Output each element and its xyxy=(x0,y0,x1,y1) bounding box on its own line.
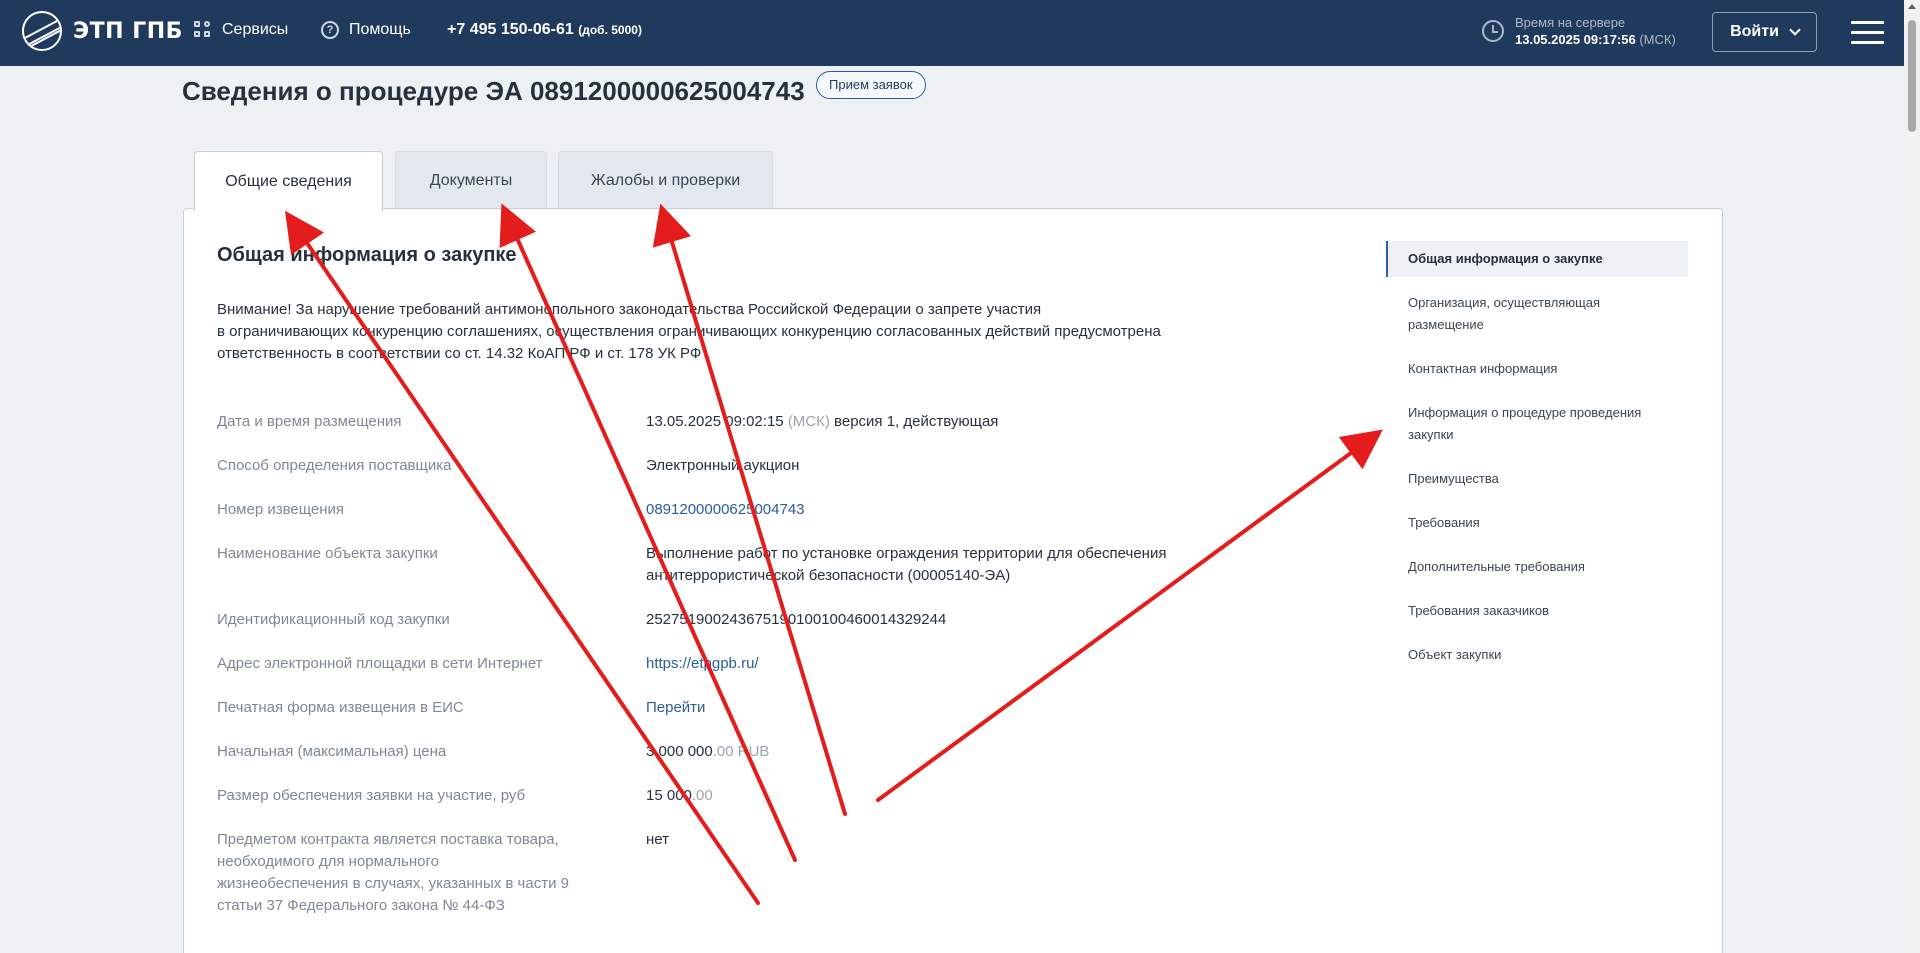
nav-item-additional-requirements[interactable]: Дополнительные требования xyxy=(1386,549,1688,585)
field-label: Начальная (максимальная) цена xyxy=(217,743,447,760)
info-row-notice-number: Номер извещения 0891200000625004743 xyxy=(217,499,1317,521)
info-row-print-form: Печатная форма извещения в ЕИС Перейти xyxy=(217,697,1317,719)
help-icon: ? xyxy=(321,21,339,39)
server-time-tz: (МСК) xyxy=(1639,32,1676,47)
services-icon xyxy=(194,21,212,39)
help-label: Помощь xyxy=(349,21,411,38)
label-line: статьи 37 Федерального закона № 44-ФЗ xyxy=(217,897,505,914)
object-line: Выполнение работ по установке ограждения… xyxy=(646,545,1167,562)
field-label: Номер извещения xyxy=(217,501,345,518)
tab-complaints-label: Жалобы и проверки xyxy=(590,171,741,189)
top-header: ЭТП ГПБ Сервисы ? Помощь +7 495 150-06-6… xyxy=(0,0,1904,66)
info-row-object: Наименование объекта закупки Выполнение … xyxy=(217,543,1317,587)
placement-date: 13.05.2025 09:02:15 xyxy=(646,413,784,430)
field-label: Способ определения поставщика xyxy=(217,457,452,474)
phone-ext: (доб. 5000) xyxy=(578,23,642,37)
clock-icon xyxy=(1482,20,1504,42)
field-label: Печатная форма извещения в ЕИС xyxy=(217,699,464,716)
tab-general-label: Общие сведения xyxy=(225,172,352,190)
label-line: необходимого для нормального xyxy=(217,853,439,870)
field-value: Выполнение работ по установке ограждения… xyxy=(646,543,1206,587)
nav-item-organization[interactable]: Организация, осуществляющая размещение xyxy=(1386,285,1688,343)
tab-documents[interactable]: Документы xyxy=(395,151,547,209)
price-int: 3 000 000 xyxy=(646,743,713,760)
nav-item-general-info[interactable]: Общая информация о закупке xyxy=(1386,241,1688,277)
services-label: Сервисы xyxy=(222,21,289,38)
scroll-up-arrow-icon[interactable] xyxy=(1908,4,1916,9)
warning-line: в ограничивающих конкуренцию соглашениях… xyxy=(217,323,1161,340)
page-title: Сведения о процедуре ЭА 0891200000625004… xyxy=(182,76,805,106)
object-line: антитеррористической безопасности (00005… xyxy=(646,567,1011,584)
scroll-thumb[interactable] xyxy=(1908,20,1916,132)
field-label: Предметом контракта является поставка то… xyxy=(217,829,646,917)
logo[interactable]: ЭТП ГПБ xyxy=(22,11,183,51)
field-value: 3 000 000.00 RUB xyxy=(646,741,1206,763)
status-badge: Прием заявок xyxy=(816,71,926,99)
field-label: Адрес электронной площадки в сети Интерн… xyxy=(217,655,543,672)
field-value: 252751900243675190100100460014329244 xyxy=(646,611,947,628)
field-label: Дата и время размещения xyxy=(217,413,402,430)
placement-version: версия 1, действующая xyxy=(834,413,999,430)
logo-text: ЭТП ГПБ xyxy=(73,18,183,44)
antimonopoly-warning: Внимание! За нарушение требований антимо… xyxy=(217,299,1257,365)
print-form-link[interactable]: Перейти xyxy=(646,699,705,716)
server-time: Время на сервере 13.05.2025 09:17:56 (МС… xyxy=(1482,15,1676,47)
nav-item-requirements[interactable]: Требования xyxy=(1386,505,1688,541)
hamburger-menu-icon[interactable] xyxy=(1851,21,1884,45)
logo-icon xyxy=(22,11,62,51)
info-row-price: Начальная (максимальная) цена 3 000 000.… xyxy=(217,741,1317,763)
nav-item-procedure-info[interactable]: Информация о процедуре проведения закупк… xyxy=(1386,395,1688,453)
field-label: Наименование объекта закупки xyxy=(217,545,438,562)
label-line: жизнеобеспечения в случаях, указанных в … xyxy=(217,875,569,892)
procedure-card: Общая информация о закупке Внимание! За … xyxy=(183,208,1723,953)
placement-tz: (МСК) xyxy=(787,413,830,430)
nav-item-advantages[interactable]: Преимущества xyxy=(1386,461,1688,497)
tab-complaints[interactable]: Жалобы и проверки xyxy=(558,151,773,209)
field-label: Размер обеспечения заявки на участие, ру… xyxy=(217,787,526,804)
deposit-dec: .00 xyxy=(691,787,713,804)
server-time-value: 13.05.2025 09:17:56 xyxy=(1515,32,1636,47)
nav-item-contacts[interactable]: Контактная информация xyxy=(1386,351,1688,387)
warning-line: ответственность в соответствии со ст. 14… xyxy=(217,345,702,362)
notice-number-link[interactable]: 0891200000625004743 xyxy=(646,501,805,518)
tab-documents-label: Документы xyxy=(429,171,513,189)
nav-item-purchase-object[interactable]: Объект закупки xyxy=(1386,637,1688,673)
phone-number: +7 495 150-06-61 xyxy=(447,21,574,38)
login-button[interactable]: Войти xyxy=(1712,12,1817,52)
info-row-ikz: Идентификационный код закупки 2527519002… xyxy=(217,609,1317,631)
info-table: Дата и время размещения 13.05.2025 09:02… xyxy=(217,411,1317,939)
section-title: Общая информация о закупке xyxy=(217,244,517,266)
services-menu[interactable]: Сервисы xyxy=(194,21,288,39)
info-row-placement-date: Дата и время размещения 13.05.2025 09:02… xyxy=(217,411,1317,433)
field-value: Электронный аукцион xyxy=(646,457,800,474)
phone-link[interactable]: +7 495 150-06-61 (доб. 5000) xyxy=(447,21,642,39)
field-label: Идентификационный код закупки xyxy=(217,611,450,628)
label-line: Предметом контракта является поставка то… xyxy=(217,831,559,848)
tab-general[interactable]: Общие сведения xyxy=(194,151,383,211)
server-time-label: Время на сервере xyxy=(1515,15,1626,30)
deposit-int: 15 000 xyxy=(646,787,692,804)
info-row-deposit: Размер обеспечения заявки на участие, ру… xyxy=(217,785,1317,807)
info-row-site: Адрес электронной площадки в сети Интерн… xyxy=(217,653,1317,675)
chevron-down-icon xyxy=(1789,23,1801,36)
site-link[interactable]: https://etpgpb.ru/ xyxy=(646,655,759,672)
field-value: 13.05.2025 09:02:15 (МСК) версия 1, дейс… xyxy=(646,411,1206,433)
info-row-method: Способ определения поставщика Электронны… xyxy=(217,455,1317,477)
field-value: 15 000.00 xyxy=(646,785,1206,807)
nav-item-customer-requirements[interactable]: Требования заказчиков xyxy=(1386,593,1688,629)
info-row-vital-goods: Предметом контракта является поставка то… xyxy=(217,829,1317,917)
price-dec: .00 RUB xyxy=(712,743,770,760)
help-menu[interactable]: ? Помощь xyxy=(321,21,411,39)
login-label: Войти xyxy=(1730,23,1779,40)
warning-line: Внимание! За нарушение требований антимо… xyxy=(217,301,1042,318)
field-value: нет xyxy=(646,831,669,848)
page-scrollbar[interactable] xyxy=(1904,0,1920,953)
section-nav: Общая информация о закупке Организация, … xyxy=(1386,241,1688,681)
